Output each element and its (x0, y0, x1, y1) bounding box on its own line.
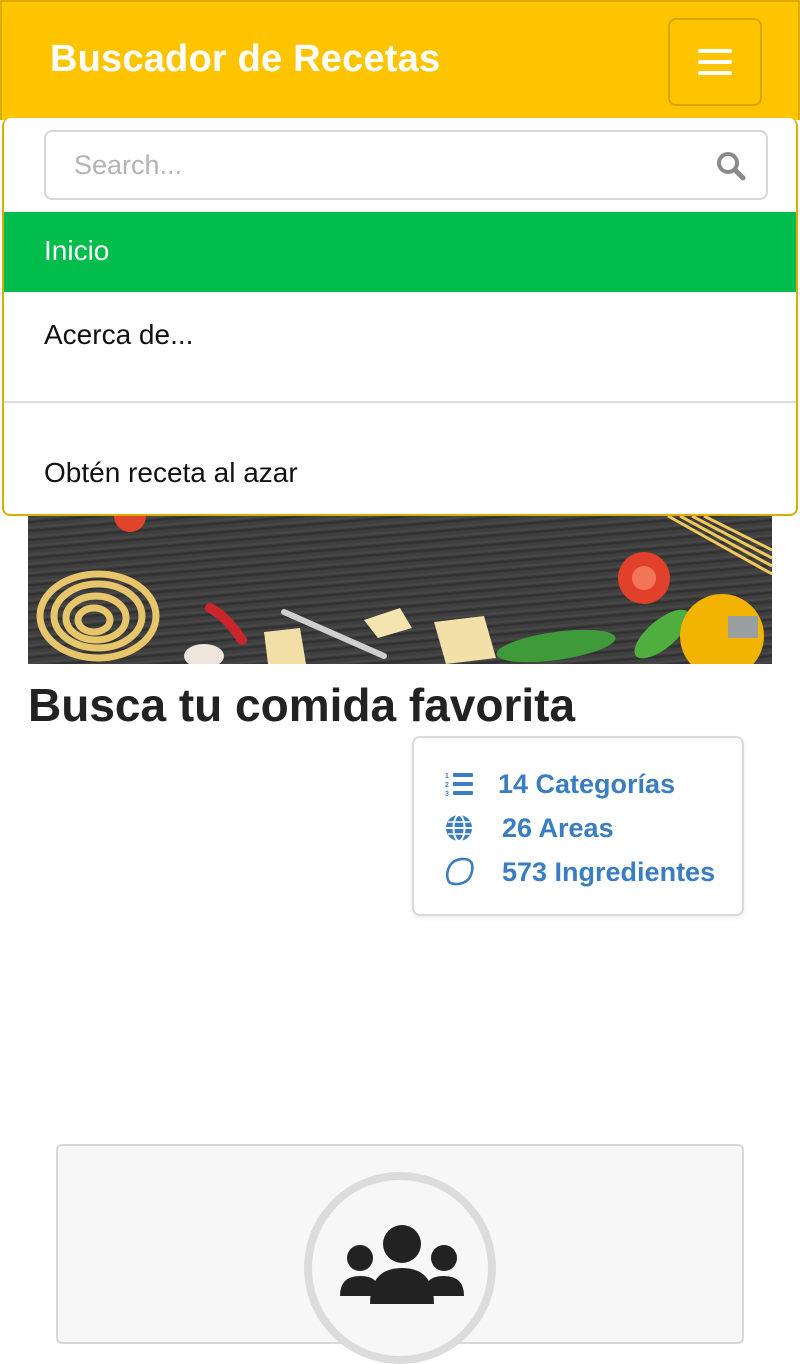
stat-areas-label: 26 Areas (502, 812, 614, 843)
svg-text:1: 1 (445, 773, 449, 780)
search-field (44, 130, 768, 200)
search-icon[interactable] (716, 151, 746, 181)
search-input[interactable] (46, 132, 714, 198)
stats-card: 1 2 3 14 Categorías 26 Areas 573 Ingredi… (412, 736, 744, 916)
team-icon-circle (304, 1172, 496, 1364)
stat-ingredients-label: 573 Ingredientes (502, 856, 716, 887)
stat-ingredients-link[interactable]: 573 Ingredientes (444, 852, 715, 892)
page-heading: Busca tu comida favorita (28, 679, 576, 731)
users-icon (340, 1225, 464, 1304)
hero-image (28, 516, 772, 664)
svg-text:2: 2 (445, 782, 449, 789)
menu-toggle-button[interactable] (668, 18, 762, 106)
nav-dropdown: Inicio Acerca de... Obtén receta al azar (2, 118, 798, 516)
brand-title[interactable]: Buscador de Recetas (50, 38, 440, 81)
team-card (56, 1144, 744, 1364)
menu-item-random-recipe[interactable]: Obtén receta al azar (4, 436, 796, 510)
menu-divider (4, 401, 796, 403)
globe-icon (444, 813, 474, 843)
lemon-icon (444, 857, 474, 887)
menu-item-inicio[interactable]: Inicio (4, 212, 796, 292)
hamburger-menu-icon (698, 49, 732, 75)
stat-areas-link[interactable]: 26 Areas (444, 808, 614, 848)
pasta-food-illustration (36, 516, 772, 664)
stat-categories-label: 14 Categorías (498, 768, 676, 799)
list-ordered-icon: 1 2 3 (444, 769, 474, 799)
navbar: Buscador de Recetas (0, 0, 800, 120)
menu-item-acerca[interactable]: Acerca de... (4, 292, 796, 378)
svg-text:3: 3 (445, 791, 449, 797)
stat-categories-link[interactable]: 1 2 3 14 Categorías (444, 764, 675, 804)
